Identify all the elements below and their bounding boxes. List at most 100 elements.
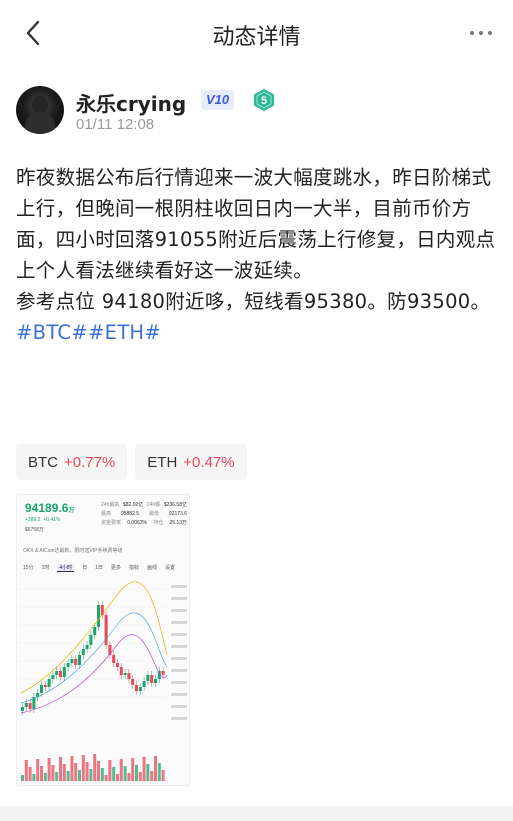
- hashtag-eth[interactable]: #ETH#: [88, 321, 161, 344]
- chart-volume: $6758万: [25, 527, 44, 533]
- bottom-divider: [0, 806, 513, 821]
- volume-bar: [104, 775, 108, 781]
- volume-bar: [119, 759, 123, 781]
- axis-tick: [171, 657, 187, 660]
- author-info: 永乐crying V10 5 01/11 12:08: [16, 86, 496, 136]
- candle: [59, 671, 62, 677]
- volume-bar: [47, 758, 51, 781]
- ticker-btc[interactable]: BTC +0.77%: [16, 444, 128, 480]
- axis-tick: [171, 669, 187, 672]
- candle: [135, 685, 138, 691]
- volume-bar: [146, 764, 150, 781]
- volume-bar: [150, 771, 154, 781]
- hashtag-btc[interactable]: #BTC#: [16, 321, 88, 344]
- post-text: 参考点位 94180附近哆，短线看95380。防93500。: [16, 290, 491, 313]
- ticker-change: +0.47%: [183, 453, 235, 471]
- candle: [131, 679, 135, 685]
- volume-bar: [66, 771, 70, 781]
- author-name[interactable]: 永乐crying: [76, 88, 186, 117]
- chart-tab: 日: [82, 565, 88, 571]
- volume-bar: [21, 775, 24, 781]
- attached-chart-image[interactable]: 94189.6万 +386.2 +0.41% $6758万 24h最高 $82.9…: [16, 494, 190, 786]
- vip-badge: V10: [201, 90, 235, 110]
- axis-tick: [171, 609, 187, 612]
- candle: [51, 675, 55, 679]
- post-timestamp: 01/11 12:08: [76, 116, 155, 133]
- chart-stats: 24h最高 $82.92亿 24h额 $236.58亿 最高 95882.5 最低 9217…: [101, 502, 187, 526]
- volume-bar: [36, 759, 40, 781]
- axis-tick: [171, 597, 187, 600]
- candle: [43, 685, 47, 687]
- axis-tick: [171, 585, 187, 588]
- chart-tab: 更多: [110, 565, 121, 571]
- avatar[interactable]: [16, 86, 64, 134]
- ticker-eth[interactable]: ETH +0.47%: [135, 444, 247, 480]
- candle: [81, 649, 85, 655]
- more-dot-icon: [470, 31, 474, 35]
- axis-tick: [171, 633, 187, 636]
- chart-change: +386.2 +0.41%: [25, 517, 61, 523]
- chart-tab: 1日: [95, 565, 103, 571]
- candle: [119, 667, 123, 675]
- candle: [85, 645, 89, 649]
- volume-bar: [154, 756, 157, 781]
- candle: [62, 667, 66, 677]
- ticker-symbol: ETH: [147, 453, 178, 471]
- upper-band: [20, 581, 168, 694]
- chart-tab: 4小时: [57, 564, 75, 572]
- axis-tick: [171, 717, 187, 720]
- volume-bar: [70, 756, 74, 781]
- candle: [123, 673, 127, 675]
- volume-bar: [138, 772, 142, 781]
- volume-bar: [157, 763, 161, 781]
- post-paragraph: 昨夜数据公布后行情迎来一波大幅度跳水，昨日阶梯式上行，但晚间一根阴柱收回日内一大…: [16, 166, 496, 282]
- candle: [108, 645, 112, 655]
- candle: [21, 707, 24, 711]
- axis-tick: [171, 681, 187, 684]
- chart-tab: 画线: [146, 565, 157, 571]
- candle: [112, 655, 116, 663]
- candle: [74, 659, 78, 665]
- volume-bar: [89, 769, 93, 781]
- candle: [116, 663, 119, 667]
- volume-bar: [93, 754, 97, 781]
- volume-bar: [85, 762, 89, 781]
- chart-tab: 指标: [128, 565, 139, 571]
- volume-bar: [62, 764, 66, 781]
- candle: [150, 675, 154, 683]
- candlestick-chart: [17, 581, 187, 781]
- volume-bar: [97, 761, 100, 781]
- volume-bar: [74, 763, 78, 781]
- candle: [154, 679, 157, 683]
- chart-tab: 设置: [164, 565, 175, 571]
- level-badge: 5: [254, 89, 274, 111]
- volume-bar: [100, 768, 104, 781]
- volume-bar: [55, 772, 59, 781]
- ticker-symbol: BTC: [28, 453, 58, 471]
- ticker-list: BTC +0.77% ETH +0.47%: [16, 444, 247, 480]
- volume-bar: [51, 765, 55, 781]
- candle: [28, 703, 32, 709]
- more-dot-icon: [479, 31, 483, 35]
- candle: [24, 703, 28, 707]
- volume-bar: [142, 757, 146, 781]
- volume-bar: [135, 765, 138, 781]
- candle: [66, 663, 70, 667]
- candle: [78, 655, 81, 665]
- volume-bar: [24, 760, 28, 781]
- chart-price: 94189.6万: [25, 501, 75, 515]
- candle: [138, 687, 142, 691]
- candle: [70, 659, 74, 663]
- post-paragraph: 参考点位 94180附近哆，短线看95380。防93500。 #BTC##ETH#: [16, 286, 500, 348]
- level-number: 5: [261, 95, 267, 107]
- volume-bar: [131, 758, 135, 781]
- volume-bar: [123, 766, 127, 781]
- candle: [97, 605, 100, 627]
- candle: [146, 675, 150, 681]
- candle: [47, 679, 51, 687]
- more-dot-icon: [488, 31, 492, 35]
- lower-band: [20, 634, 168, 714]
- post-content: 昨夜数据公布后行情迎来一波大幅度跳水，昨日阶梯式上行，但晚间一根阴柱收回日内一大…: [16, 162, 500, 348]
- more-options-button[interactable]: [465, 22, 497, 44]
- volume-bar: [28, 767, 32, 781]
